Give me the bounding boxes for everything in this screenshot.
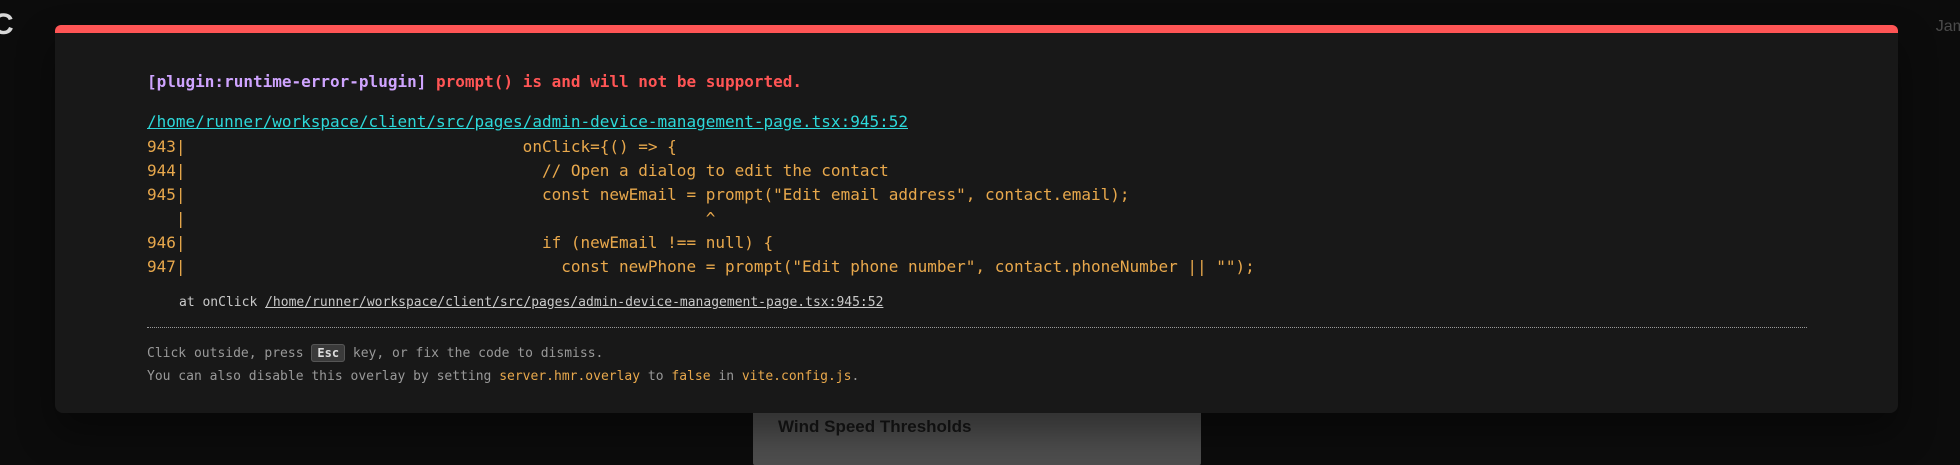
tip-text: You can also disable this overlay by set… [147, 369, 500, 384]
error-file-link[interactable]: /home/runner/workspace/client/src/pages/… [147, 112, 908, 132]
wind-speed-card: Wind Speed Thresholds [753, 405, 1201, 465]
tip-text: to [640, 369, 672, 384]
card-title: Wind Speed Thresholds [778, 417, 972, 436]
app-logo: C [0, 8, 14, 41]
code-line: 946| if (newEmail !== null) { [147, 233, 774, 252]
esc-key: Esc [311, 344, 346, 362]
code-line: 943| onClick={() => { [147, 137, 677, 156]
code-line: 944| // Open a dialog to edit the contac… [147, 161, 889, 180]
error-overlay[interactable]: [plugin:runtime-error-plugin] prompt() i… [55, 25, 1898, 413]
code-line: 947| const newPhone = prompt("Edit phone… [147, 257, 1255, 276]
config-value: false [671, 369, 711, 384]
divider [147, 327, 1807, 328]
stack-file-link[interactable]: /home/runner/workspace/client/src/pages/… [265, 295, 883, 310]
stack-trace: at onClick /home/runner/workspace/client… [179, 295, 883, 311]
config-file: vite.config.js [741, 369, 852, 384]
tip-text: in [710, 369, 742, 384]
code-frame: 943| onClick={() => { 944| // Open a dia… [147, 135, 1255, 279]
user-name: Jam [1935, 18, 1960, 35]
dismiss-tip: Click outside, press Esc key, or fix the… [147, 343, 603, 364]
error-message: [plugin:runtime-error-plugin] prompt() i… [147, 72, 802, 92]
disable-tip: You can also disable this overlay by set… [147, 367, 859, 387]
plugin-name: [plugin:runtime-error-plugin] [147, 72, 427, 91]
stack-prefix: at onClick [179, 295, 266, 310]
code-line-caret: | ^ [147, 209, 716, 228]
code-line: 945| const newEmail = prompt("Edit email… [147, 185, 1130, 204]
tip-text: Click outside, press [147, 346, 312, 361]
error-text: prompt() is and will not be supported. [426, 72, 803, 91]
tip-text: . [851, 369, 860, 384]
config-key: server.hmr.overlay [499, 369, 641, 384]
tip-text: key, or fix the code to dismiss. [345, 346, 604, 361]
